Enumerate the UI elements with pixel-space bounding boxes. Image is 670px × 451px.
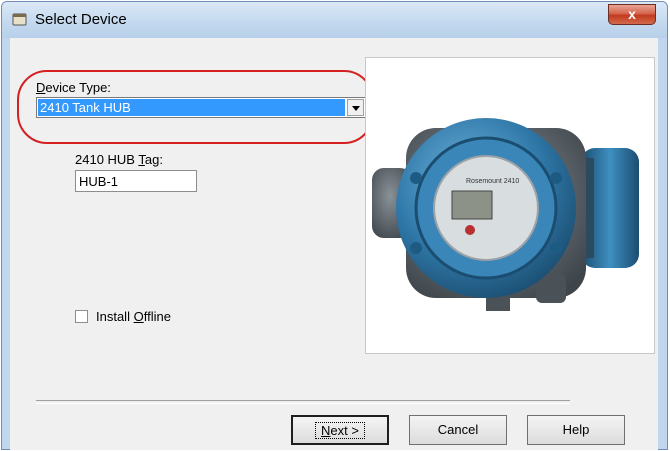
separator-line — [36, 400, 570, 404]
device-image-panel: Rosemount 2410 — [365, 57, 655, 354]
install-offline-label: Install Offline — [96, 309, 171, 324]
title-bar[interactable]: Select Device x — [2, 2, 667, 38]
close-button[interactable]: x — [608, 4, 656, 25]
device-icon — [12, 13, 27, 26]
device-type-label: Device Type: — [36, 80, 111, 95]
cancel-button[interactable]: Cancel — [409, 415, 507, 445]
hub-tag-input[interactable] — [75, 170, 197, 192]
next-button[interactable]: Next > — [291, 415, 389, 445]
device-brand-text: Rosemount 2410 — [466, 178, 519, 185]
device-type-select[interactable]: 2410 Tank HUB — [36, 97, 366, 118]
install-offline-checkbox[interactable] — [75, 310, 88, 323]
dropdown-arrow-button[interactable] — [347, 99, 364, 116]
help-button[interactable]: Help — [527, 415, 625, 445]
hub-tag-label: 2410 HUB Tag: — [75, 152, 163, 167]
device-image: Rosemount 2410 — [372, 118, 639, 311]
chevron-down-icon — [352, 106, 360, 111]
window-title: Select Device — [35, 11, 127, 28]
device-type-value: 2410 Tank HUB — [38, 99, 345, 116]
